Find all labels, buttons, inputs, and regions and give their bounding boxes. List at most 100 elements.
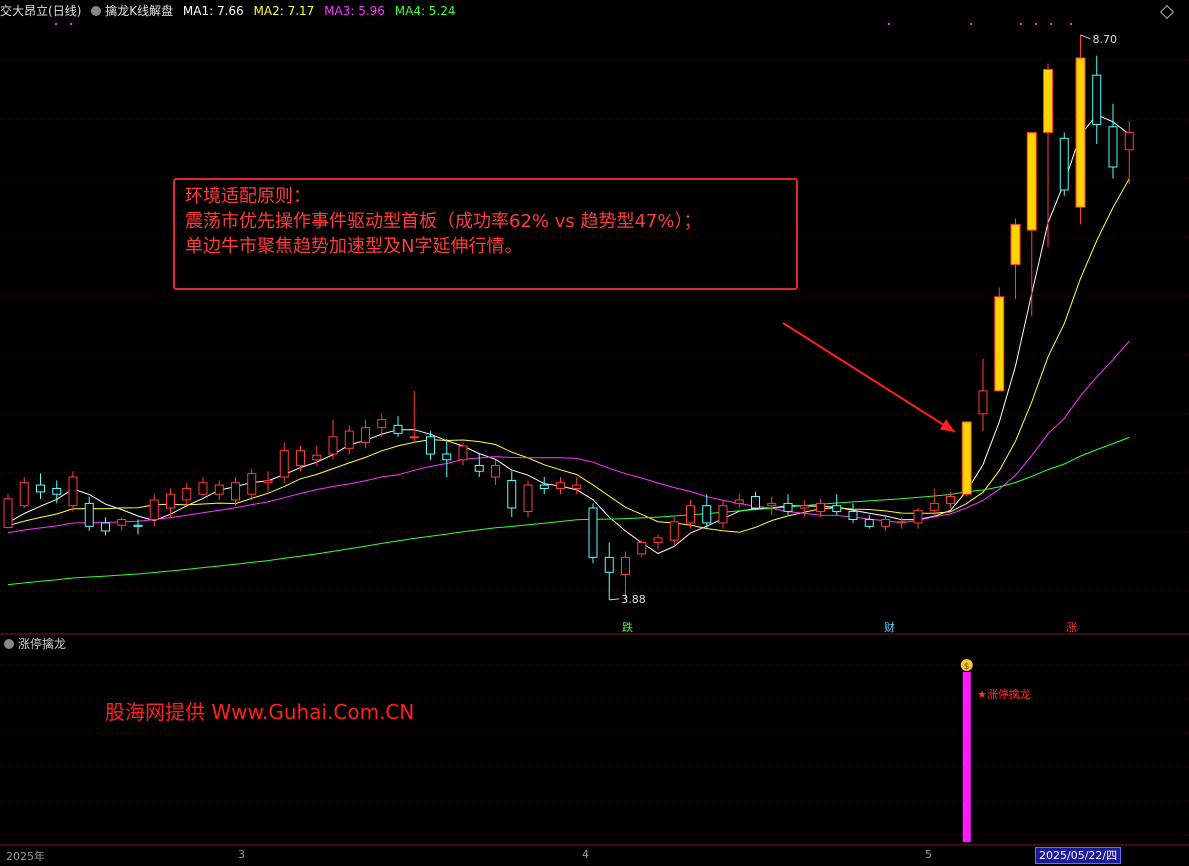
current-date-label: 2025/05/22/四: [1035, 847, 1122, 864]
candle-body: [36, 484, 45, 493]
candle-body: [214, 484, 224, 495]
candle-body: [133, 524, 143, 527]
candle-body: [929, 502, 939, 511]
x-tick-may: 5: [925, 848, 932, 861]
candlestick-chart: 8.70 3.88 $: [0, 23, 1189, 846]
marker-rise: 涨: [1066, 621, 1077, 634]
candle-body: [507, 479, 517, 509]
candle-body: [621, 556, 630, 576]
candle-body: [474, 465, 484, 472]
candle-body: [523, 484, 533, 512]
candle-body: [588, 507, 598, 558]
candle-body: [881, 518, 890, 527]
candle-body: [3, 498, 13, 529]
candle-body: [117, 518, 127, 526]
candle-body: [247, 473, 257, 495]
signal-bar: [962, 672, 971, 842]
candle-body: [1108, 126, 1118, 168]
candle-body: [751, 496, 760, 509]
menu-dot-icon[interactable]: [91, 6, 102, 16]
marker-finance: 财: [884, 621, 895, 634]
candle-body: [978, 390, 988, 415]
limit-up-candle: [1026, 132, 1037, 231]
candle-body: [767, 502, 777, 507]
candle-body: [296, 450, 305, 467]
period-label[interactable]: (日线): [48, 4, 81, 18]
indicator-menu[interactable]: 擒龙K线解盘: [91, 4, 173, 18]
callout-line-1: 环境适配原则：: [185, 186, 311, 207]
signal-dot: [1020, 23, 1022, 25]
strategy-callout: 环境适配原则： 震荡市优先操作事件驱动型首板（成功率62% vs 趋势型47%）…: [173, 178, 798, 290]
candle-body: [312, 454, 322, 461]
sub-panel-name: 涨停擒龙: [18, 637, 67, 651]
ma1-value: MA1: 7.66: [182, 4, 244, 18]
candle-body: [734, 499, 744, 504]
candle-body: [491, 465, 500, 478]
candle-body: [669, 521, 679, 541]
candle-body: [848, 510, 858, 520]
limit-up-candle: [961, 421, 972, 495]
ma3-line: [7, 340, 1130, 534]
candle-body: [166, 493, 175, 509]
limit-up-candle: [1010, 223, 1021, 266]
menu-dot-icon[interactable]: [4, 639, 14, 649]
candle-body: [393, 424, 403, 434]
candle-body: [263, 479, 273, 484]
candle-body: [864, 518, 874, 527]
signal-dot: [1050, 23, 1052, 25]
low-price-label: 3.88: [621, 593, 646, 606]
signal-dot: [970, 23, 972, 25]
candle-body: [426, 436, 435, 455]
candle-body: [84, 502, 94, 527]
candle-body: [799, 505, 809, 509]
limit-up-candle: [1043, 68, 1053, 134]
candle-body: [149, 499, 159, 520]
signal-dot: [55, 23, 57, 25]
candle-body: [816, 502, 825, 512]
candle-body: [361, 427, 370, 444]
chart-header: 交大昂立(日线) 擒龙K线解盘 MA1: 7.66 MA2: 7.17 MA3:…: [0, 0, 1189, 22]
candle-body: [328, 436, 338, 455]
signal-label: ★涨停擒龙: [977, 688, 1031, 701]
candle-body: [686, 505, 695, 524]
candle-body: [718, 505, 728, 524]
ma4-value: MA4: 5.24: [394, 4, 456, 18]
x-tick-march: 3: [238, 848, 245, 861]
watermark-text: 股海网提供 Www.Guhai.Com.CN: [105, 700, 415, 724]
low-pointer: [609, 598, 620, 601]
limit-up-candle: [1075, 57, 1086, 208]
candle-body: [653, 537, 663, 543]
candle-body: [1092, 74, 1102, 126]
signal-dot: [70, 23, 72, 25]
x-tick-april: 4: [582, 848, 589, 861]
stock-name[interactable]: 交大昂立: [0, 4, 48, 18]
candle-body: [279, 450, 289, 478]
candle-body: [1059, 137, 1069, 191]
candle-body: [783, 502, 793, 512]
candle-body: [832, 505, 842, 512]
signal-dot: [1070, 23, 1072, 25]
limit-up-candle: [994, 296, 1005, 392]
candle-body: [182, 487, 192, 501]
candle-body: [556, 482, 565, 489]
ma3-value: MA3: 5.96: [324, 4, 385, 18]
candle-body: [702, 505, 712, 524]
arrow-head-icon: [939, 419, 955, 432]
candle-body: [52, 487, 62, 495]
indicator-name: 擒龙K线解盘: [105, 4, 174, 18]
marker-fall: 跌: [622, 621, 633, 634]
candle-body: [231, 482, 240, 501]
candle-body: [19, 482, 29, 507]
candle-body: [442, 453, 452, 461]
callout-line-3: 单边牛市聚焦趋势加速型及N字延伸行情。: [185, 236, 523, 257]
x-tick-year: 2025年: [6, 850, 45, 863]
sub-panel-title[interactable]: 涨停擒龙: [4, 636, 66, 652]
money-bag-glyph: $: [964, 662, 970, 672]
ma2-value: MA2: 7.17: [253, 4, 315, 18]
candle-body: [68, 476, 78, 507]
signal-dot: [1035, 23, 1037, 25]
signal-dot: [888, 23, 890, 25]
callout-line-2: 震荡市优先操作事件驱动型首板（成功率62% vs 趋势型47%）；: [185, 211, 702, 232]
candle-body: [539, 484, 549, 489]
candle-body: [101, 522, 110, 532]
